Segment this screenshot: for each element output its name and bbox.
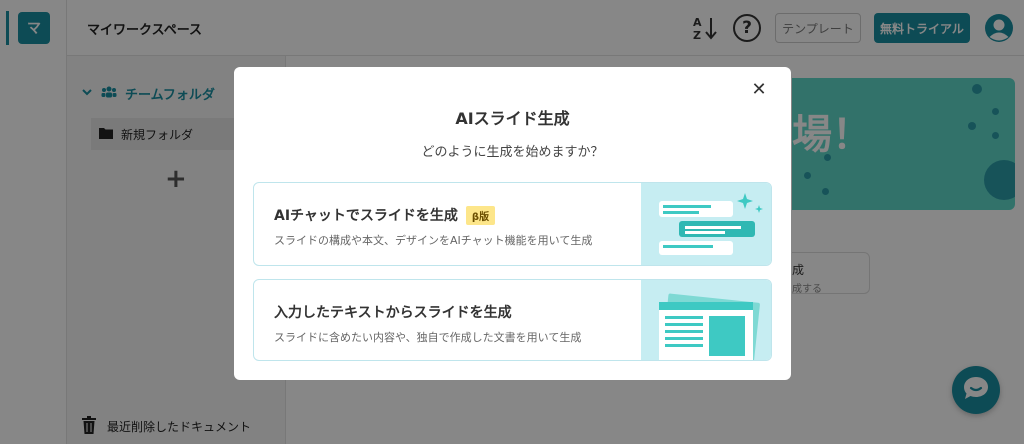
option-description: スライドの構成や本文、デザインをAIチャット機能を用いて生成 [274,234,593,247]
option-text-input[interactable]: 入力したテキストからスライドを生成 スライドに含めたい内容や、独自で作成した文書… [253,279,772,361]
option-description: スライドに含めたい内容や、独自で作成した文書を用いて生成 [274,331,582,344]
dialog-title: AIスライド生成 [455,109,570,128]
dialog-subtitle: どのように生成を始めますか？ [421,145,604,160]
option-title-text: AIチャットでスライドを生成 [274,208,458,224]
option-title: AIチャットでスライドを生成 β版 [274,205,496,225]
beta-badge: β版 [465,205,496,225]
option-title-text: 入力したテキストからスライドを生成 [274,305,512,321]
document-illustration-icon [641,280,771,360]
close-icon[interactable]: ✕ [749,79,769,100]
chat-illustration-icon [641,183,771,265]
ai-slide-generation-dialog: ✕ AIスライド生成 どのように生成を始めますか？ AIチャットでスライドを生成… [234,67,791,380]
option-ai-chat[interactable]: AIチャットでスライドを生成 β版 スライドの構成や本文、デザインをAIチャット… [253,182,772,266]
option-title: 入力したテキストからスライドを生成 [274,302,512,322]
